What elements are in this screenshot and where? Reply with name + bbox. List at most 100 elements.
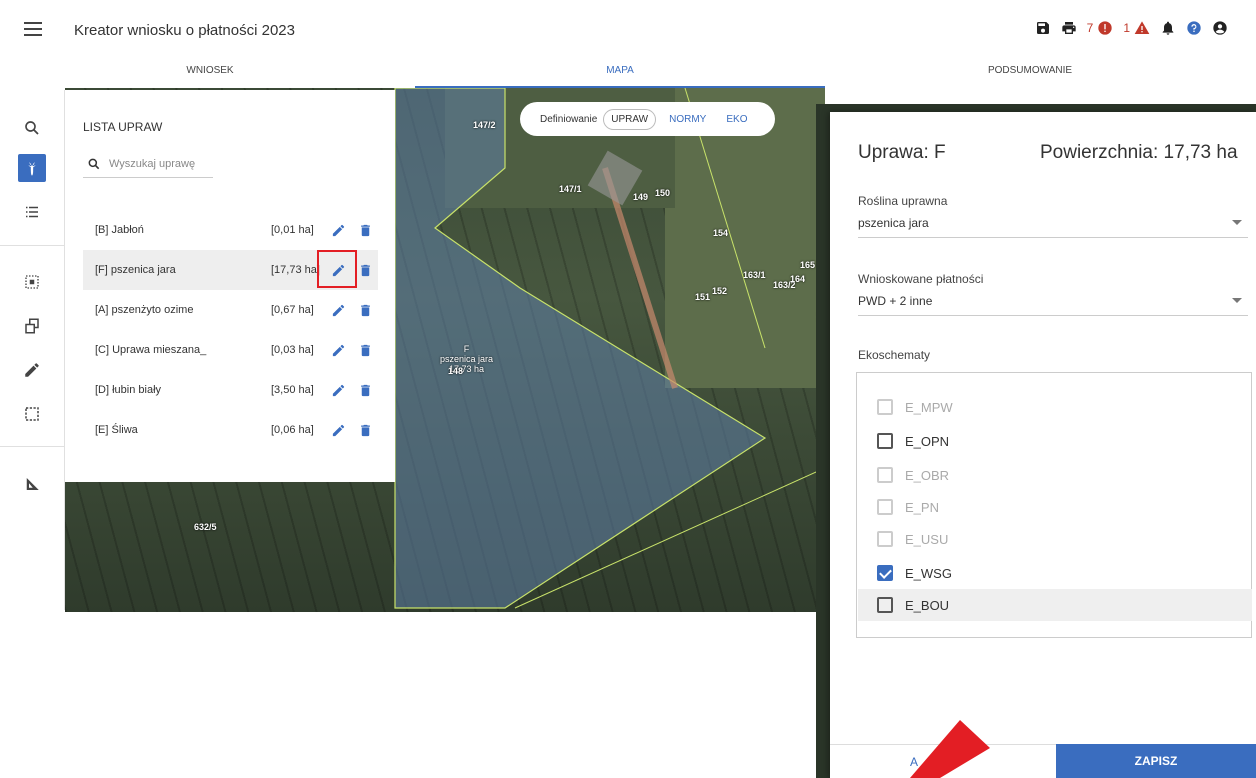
search-icon xyxy=(88,158,100,169)
list-tool[interactable] xyxy=(18,198,46,226)
select-tool[interactable] xyxy=(18,268,46,296)
crop-search xyxy=(83,150,213,178)
plant-value: pszenica jara xyxy=(858,216,929,230)
eko-label: Ekoschematy xyxy=(858,348,931,362)
eko-option-e-wsg[interactable]: E_WSG xyxy=(877,557,1247,589)
warning-count: 1 xyxy=(1123,21,1130,35)
search-tool[interactable] xyxy=(18,114,46,142)
delete-icon[interactable] xyxy=(357,421,373,439)
chevron-down-icon xyxy=(1232,220,1242,225)
plot-number: 147/2 xyxy=(473,120,496,130)
crop-item[interactable]: [E] Śliwa [0,06 ha] xyxy=(83,410,378,450)
crops-tool[interactable] xyxy=(18,154,46,182)
app-header: Kreator wniosku o płatności 2023 7 1 xyxy=(0,0,1256,62)
plot-number: 154 xyxy=(713,228,729,238)
map-toolbar xyxy=(0,90,65,610)
checkbox[interactable] xyxy=(877,433,893,449)
toolbar-divider xyxy=(0,446,65,447)
toggle-label: Definiowanie xyxy=(540,113,598,125)
save-button[interactable]: ZAPISZ xyxy=(1056,744,1256,778)
crop-item[interactable]: [C] Uprawa mieszana_ [0,03 ha] xyxy=(83,330,378,370)
header-actions: 7 1 xyxy=(1035,20,1228,36)
eko-list: E_MPW E_OPN E_OBR E_PN E_USU E_WSG E_BOU xyxy=(856,372,1252,638)
checkbox xyxy=(877,467,893,483)
error-count: 7 xyxy=(1086,21,1094,35)
checkbox-checked[interactable] xyxy=(877,565,893,581)
payments-label: Wnioskowane płatności xyxy=(858,272,984,286)
crop-name: [F] pszenica jara xyxy=(95,264,176,276)
plot-number: 632/5 xyxy=(194,522,217,532)
payments-select[interactable]: PWD + 2 inne xyxy=(858,290,1248,316)
draw-tool[interactable] xyxy=(18,356,46,384)
checkbox[interactable] xyxy=(877,597,893,613)
plant-label: Roślina uprawna xyxy=(858,194,948,208)
measure-tool[interactable] xyxy=(18,470,46,498)
plot-number: 164 xyxy=(790,274,806,284)
checkbox xyxy=(877,399,893,415)
copy-tool[interactable] xyxy=(18,312,46,340)
toolbar-divider xyxy=(0,245,65,246)
crop-edit-panel: Uprawa: F Powierzchnia: 17,73 ha Roślina… xyxy=(830,112,1256,778)
delete-icon[interactable] xyxy=(357,261,373,279)
save-icon[interactable] xyxy=(1035,20,1051,36)
edit-highlight-annotation xyxy=(317,250,357,288)
eko-option-e-opn[interactable]: E_OPN xyxy=(877,425,1247,457)
list-icon xyxy=(26,206,38,218)
toggle-normy[interactable]: NORMY xyxy=(662,110,713,129)
eko-option-e-pn: E_PN xyxy=(877,491,1247,523)
search-input[interactable] xyxy=(109,157,209,170)
tab-podsumowanie[interactable]: PODSUMOWANIE xyxy=(825,62,1235,90)
crop-area: [0,03 ha] xyxy=(271,344,314,356)
crop-name: [B] Jabłoń xyxy=(95,224,144,236)
eko-option-e-usu: E_USU xyxy=(877,523,1247,555)
crop-area-total: Powierzchnia: 17,73 ha xyxy=(1040,142,1238,163)
crop-area: [0,67 ha] xyxy=(271,304,314,316)
print-icon[interactable] xyxy=(1061,20,1077,36)
edit-icon[interactable] xyxy=(329,381,347,399)
delete-icon[interactable] xyxy=(357,381,373,399)
crop-area: [0,06 ha] xyxy=(271,424,314,436)
eko-option-e-obr: E_OBR xyxy=(877,459,1247,491)
delete-icon[interactable] xyxy=(357,221,373,239)
crop-item[interactable]: [B] Jabłoń [0,01 ha] xyxy=(83,210,378,250)
checkbox xyxy=(877,499,893,515)
plot-number: 147/1 xyxy=(559,184,582,194)
plant-select[interactable]: pszenica jara xyxy=(858,212,1248,238)
edit-icon[interactable] xyxy=(329,221,347,239)
edit-icon[interactable] xyxy=(329,421,347,439)
eko-option-e-bou[interactable]: E_BOU xyxy=(858,589,1252,621)
plot-number: 150 xyxy=(655,188,671,198)
plot-number: 149 xyxy=(633,192,649,202)
payments-value: PWD + 2 inne xyxy=(858,294,933,308)
ruler-icon xyxy=(26,478,39,490)
toggle-upraw[interactable]: UPRAW xyxy=(603,108,657,130)
toggle-eko[interactable]: EKO xyxy=(719,110,754,129)
help-icon[interactable] xyxy=(1186,20,1202,36)
eko-option-e-mpw: E_MPW xyxy=(877,391,1247,423)
delete-icon[interactable] xyxy=(357,301,373,319)
select-area-icon xyxy=(25,275,39,289)
chevron-down-icon xyxy=(1232,298,1242,303)
app-title: Kreator wniosku o płatności 2023 xyxy=(74,22,295,39)
rectangle-tool[interactable] xyxy=(18,400,46,428)
tab-wniosek[interactable]: WNIOSEK xyxy=(5,62,415,90)
error-icon[interactable] xyxy=(1097,20,1113,36)
plot-number: 163/1 xyxy=(743,270,766,280)
plot-number: 165 xyxy=(800,260,816,270)
edit-icon[interactable] xyxy=(329,341,347,359)
warning-icon[interactable] xyxy=(1134,20,1150,36)
menu-icon[interactable] xyxy=(24,22,42,36)
account-icon[interactable] xyxy=(1212,20,1228,36)
crop-item[interactable]: [A] pszenżyto ozime [0,67 ha] xyxy=(83,290,378,330)
plot-number: 152 xyxy=(712,286,728,296)
edit-icon[interactable] xyxy=(329,301,347,319)
copy-icon xyxy=(25,318,39,334)
crop-name: [E] Śliwa xyxy=(95,424,138,436)
annotation-arrow xyxy=(910,720,990,778)
crop-name: [C] Uprawa mieszana_ xyxy=(95,344,207,356)
crop-name: [D] łubin biały xyxy=(95,384,162,396)
dashed-rectangle-icon xyxy=(25,407,39,421)
bell-icon[interactable] xyxy=(1160,20,1176,36)
delete-icon[interactable] xyxy=(357,341,373,359)
crop-item[interactable]: [D] łubin biały [3,50 ha] xyxy=(83,370,378,410)
